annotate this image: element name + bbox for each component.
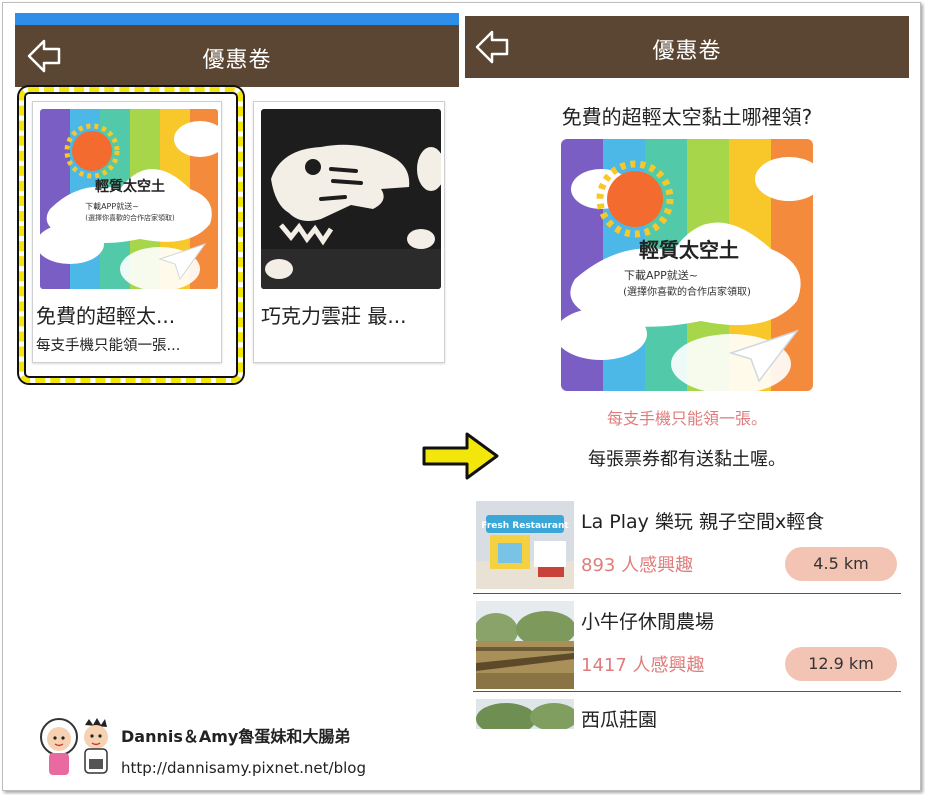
divider <box>473 593 901 594</box>
coupon-card[interactable]: 巧克力雲莊 最... <box>253 101 445 363</box>
limit-note: 每支手機只能領一張。 <box>606 409 767 428</box>
left-screen: 優惠卷 輕質太空土 下載APP就送~ (選擇你喜歡的合作店家領取) 免費的超輕太… <box>15 13 459 433</box>
place-list-item[interactable]: 小牛仔休閒農場 1417 人感興趣 12.9 km <box>473 595 901 691</box>
place-photo <box>476 601 574 689</box>
coupon-heading: 免費的超輕太空黏土哪裡領? <box>561 105 813 129</box>
place-sign: Fresh Restaurant <box>481 521 569 531</box>
gift-note: 每張票券都有送黏土喔。 <box>588 449 786 470</box>
distance-badge: 12.9 km <box>785 647 897 681</box>
place-photo <box>476 699 574 729</box>
divider <box>473 691 901 692</box>
page-title: 優惠卷 <box>652 39 722 64</box>
distance-badge: 4.5 km <box>785 547 897 581</box>
blog-name: Dannis＆Amy魯蛋妹和大腸弟 <box>121 727 351 746</box>
mascot-avatars <box>40 718 108 775</box>
banner-line2: (選擇你喜歡的合作店家領取) <box>623 285 751 298</box>
coupon-photo <box>261 109 441 289</box>
place-list-item[interactable]: 西瓜莊園 <box>473 693 901 729</box>
page-title: 優惠卷 <box>202 48 272 73</box>
banner-headline: 輕質太空土 <box>639 238 739 262</box>
place-photo: Fresh Restaurant <box>476 501 574 589</box>
highlight-box <box>19 87 243 383</box>
place-interest-count: 893 人感興趣 <box>581 555 694 576</box>
banner-line1: 下載APP就送~ <box>624 268 698 282</box>
nav-bar: 優惠卷 <box>15 25 459 87</box>
nav-bar: 優惠卷 <box>465 16 909 78</box>
place-name: 西瓜莊園 <box>581 709 658 729</box>
blog-watermark: Dannis＆Amy魯蛋妹和大腸弟 http://dannisamy.pixne… <box>37 715 417 785</box>
coupon-title: 巧克力雲莊 最... <box>261 304 407 328</box>
place-interest-count: 1417 人感興趣 <box>581 655 705 676</box>
screenshot-frame: 優惠卷 輕質太空土 下載APP就送~ (選擇你喜歡的合作店家領取) 免費的超輕太… <box>2 2 921 791</box>
status-bar <box>15 13 459 25</box>
place-name: 小牛仔休閒農場 <box>581 611 715 633</box>
coupon-banner-image: 輕質太空土 下載APP就送~ (選擇你喜歡的合作店家領取) <box>561 139 813 391</box>
place-name: La Play 樂玩 親子空間x輕食 <box>581 511 825 533</box>
blog-url[interactable]: http://dannisamy.pixnet.net/blog <box>121 759 366 777</box>
place-list-item[interactable]: Fresh Restaurant La Play 樂玩 親子空間x輕食 893 … <box>473 495 901 591</box>
right-screen: 優惠卷 免費的超輕太空黏土哪裡領? 輕質太空土 下載APP就送~ (選擇你喜歡的… <box>465 13 909 773</box>
